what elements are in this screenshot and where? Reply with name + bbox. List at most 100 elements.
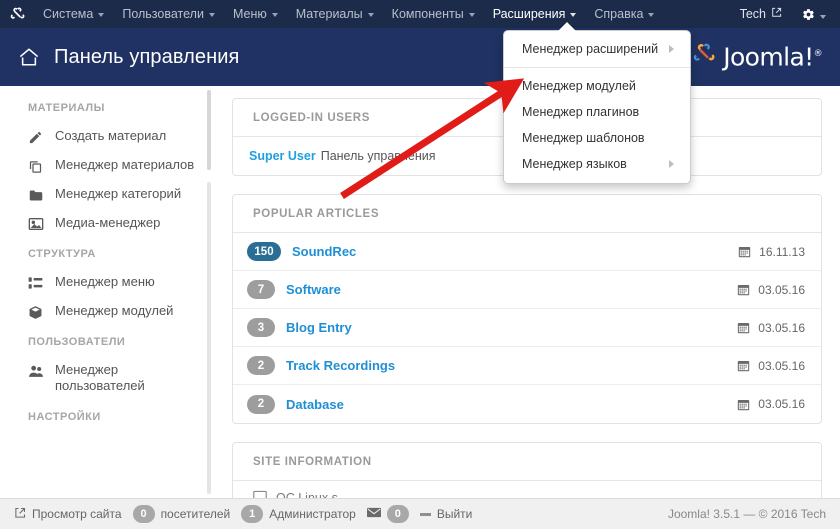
page-header-bar: Панель управления Joomla!® [0,28,840,86]
sidebar-item-user-manager[interactable]: Менеджер пользователей [0,356,214,401]
visitors-count-badge: 0 [133,505,155,523]
nav-item-content[interactable]: Материалы [287,0,383,28]
article-title-link[interactable]: Track Recordings [286,358,395,373]
popular-articles-panel: POPULAR ARTICLES 150 SoundRec 16.11.13 7… [232,194,822,424]
table-row[interactable]: 2 Track Recordings 03.05.16 [233,347,821,385]
folder-icon [28,187,46,203]
administrators-indicator[interactable]: 1 Администратор [241,505,356,523]
dropdown-item-label: Менеджер плагинов [522,105,639,119]
nav-item-users[interactable]: Пользователи [113,0,224,28]
copy-stack-icon [28,158,46,174]
scrollbar-track[interactable] [207,182,211,494]
article-date-group: 03.05.16 [737,321,805,335]
sidebar-group-title-structure: СТРУКТУРА [0,238,214,268]
sidebar: МАТЕРИАЛЫ Создать материал Менеджер мате… [0,86,214,498]
gear-menu-caret[interactable] [820,5,830,23]
chevron-down-icon [469,13,475,17]
chevron-down-icon [820,15,826,19]
hit-count-badge: 2 [247,356,275,375]
dropdown-divider [504,67,690,68]
admin-count-badge: 1 [241,505,263,523]
scrollbar-thumb[interactable] [207,90,211,170]
sidebar-item-new-article[interactable]: Создать материал [0,122,214,151]
dropdown-item-label: Менеджер модулей [522,79,636,93]
nav-item-label: Меню [233,0,267,28]
chevron-down-icon [209,13,215,17]
monitor-icon [253,490,267,498]
nav-item-menu[interactable]: Меню [224,0,287,28]
hit-count-badge: 3 [247,318,275,337]
hit-count-badge: 150 [247,242,281,261]
calendar-icon [738,245,751,258]
chevron-down-icon [570,13,576,17]
sidebar-item-menu-manager[interactable]: Менеджер меню [0,268,214,297]
list-icon [28,275,46,291]
sidebar-item-label: Менеджер категорий [55,186,200,202]
home-icon[interactable] [18,47,40,67]
panel-title: POPULAR ARTICLES [233,195,821,233]
chevron-down-icon [648,13,654,17]
article-date: 16.11.13 [759,245,805,259]
sidebar-item-label: Медиа-менеджер [55,215,200,231]
hit-count-badge: 2 [247,395,275,414]
article-title-link[interactable]: Blog Entry [286,320,352,335]
site-name-label: Tech [740,7,766,21]
visitors-label: посетителей [161,507,231,521]
sidebar-group-title-settings: НАСТРОЙКИ [0,401,214,431]
dropdown-item-plugin-manager[interactable]: Менеджер плагинов [504,99,690,125]
sidebar-item-category-manager[interactable]: Менеджер категорий [0,180,214,209]
page-title: Панель управления [54,46,239,69]
gear-icon[interactable] [792,8,820,21]
dropdown-item-language-manager[interactable]: Менеджер языков [504,151,690,177]
article-date: 03.05.16 [758,321,805,335]
article-date-group: 03.05.16 [737,397,805,411]
article-date-group: 03.05.16 [737,283,805,297]
joomla-admin-screen: Система Пользователи Меню Материалы Комп… [0,0,840,529]
joomla-brand-logo: Joomla!® [691,42,822,73]
preview-site-link[interactable]: Просмотр сайта [14,507,122,522]
pencil-icon [28,129,46,145]
article-title-link[interactable]: Software [286,282,341,297]
table-row[interactable]: 150 SoundRec 16.11.13 [233,233,821,271]
nav-right-group: Tech [730,5,840,23]
dropdown-item-extension-manager[interactable]: Менеджер расширений [504,36,690,62]
sidebar-item-module-manager[interactable]: Менеджер модулей [0,297,214,326]
external-link-icon [14,507,26,522]
dropdown-item-label: Менеджер языков [522,157,627,171]
nav-item-label: Компоненты [392,0,464,28]
joomla-logo-icon[interactable] [0,6,34,23]
sidebar-item-label: Менеджер модулей [55,303,200,319]
dropdown-item-template-manager[interactable]: Менеджер шаблонов [504,125,690,151]
minus-icon [420,513,431,516]
hit-count-badge: 7 [247,280,275,299]
dropdown-item-label: Менеджер расширений [522,42,658,56]
sidebar-item-media-manager[interactable]: Медиа-менеджер [0,209,214,238]
nav-item-system[interactable]: Система [34,0,113,28]
users-icon [28,363,46,379]
article-title-link[interactable]: Database [286,397,344,412]
user-link[interactable]: Super User [249,149,316,163]
nav-item-label: Пользователи [122,0,204,28]
user-context-label: Панель управления [321,149,436,163]
messages-indicator[interactable]: 0 [367,505,409,523]
table-row[interactable]: 3 Blog Entry 03.05.16 [233,309,821,347]
nav-item-help[interactable]: Справка [585,0,663,28]
dropdown-item-module-manager[interactable]: Менеджер модулей [504,73,690,99]
logout-button[interactable]: Выйти [420,507,473,521]
messages-count-badge: 0 [387,505,409,523]
sidebar-item-label: Создать материал [55,128,200,144]
nav-item-components[interactable]: Компоненты [383,0,484,28]
external-link-icon [771,7,782,21]
sidebar-item-article-manager[interactable]: Менеджер материалов [0,151,214,180]
joomla-logo-text: Joomla!® [723,43,822,72]
table-row[interactable]: 7 Software 03.05.16 [233,271,821,309]
chevron-down-icon [98,13,104,17]
article-title-link[interactable]: SoundRec [292,244,356,259]
preview-site-label: Просмотр сайта [32,507,122,521]
registered-mark: ® [814,49,822,59]
visitors-indicator[interactable]: 0 посетителей [133,505,231,523]
sidebar-item-label: Менеджер меню [55,274,200,290]
table-row[interactable]: 2 Database 03.05.16 [233,385,821,423]
nav-item-label: Система [43,0,93,28]
site-name-link[interactable]: Tech [730,7,792,21]
